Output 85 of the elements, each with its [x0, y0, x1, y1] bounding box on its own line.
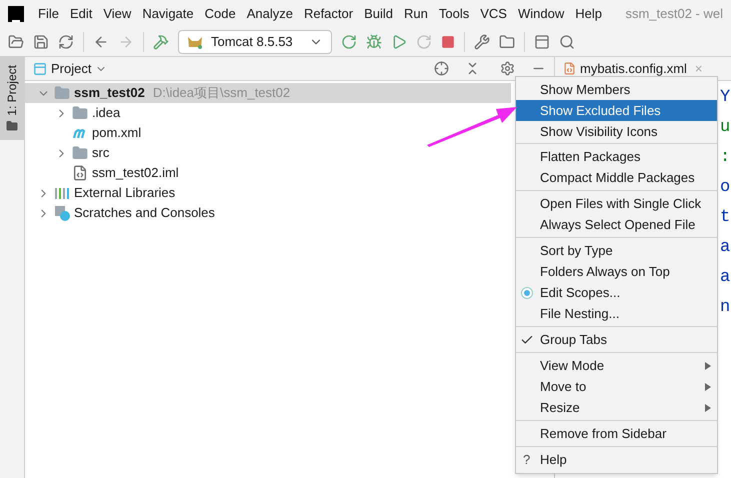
menu-item[interactable]: Run	[399, 4, 433, 24]
open-folder-icon[interactable]	[8, 34, 24, 50]
code-fragment: n	[720, 297, 730, 320]
search-icon[interactable]	[558, 34, 575, 50]
tree-item-label: ssm_test02	[74, 84, 145, 102]
tree-row[interactable]: ssm_test02 D:\idea项目\ssm_test02	[25, 83, 511, 103]
code-fragment: o	[720, 177, 730, 200]
context-menu-item[interactable]: Show Members	[516, 79, 717, 100]
code-fragment: t	[720, 207, 730, 230]
context-menu-item[interactable]: Open Files with Single Click	[516, 193, 717, 214]
menu-item[interactable]: Tools	[434, 4, 474, 24]
help-icon-text: ?	[523, 450, 530, 469]
menu-item[interactable]: View	[98, 4, 136, 24]
context-menu-item[interactable]: View Mode	[516, 355, 717, 376]
xml-file-icon	[563, 62, 576, 75]
context-menu-item[interactable]: File Nesting...	[516, 303, 717, 324]
cat-icon	[187, 34, 203, 48]
libraries-icon	[54, 185, 70, 201]
tree-row[interactable]: External Libraries	[25, 183, 180, 203]
hammer-icon[interactable]	[153, 34, 169, 50]
context-menu-item[interactable]: Always Select Opened File	[516, 214, 717, 235]
menu-item[interactable]: Build	[359, 4, 398, 24]
window-icon[interactable]	[534, 34, 550, 50]
tree-item-label: src	[92, 144, 110, 162]
context-menu-item[interactable]: Compact Middle Packages	[516, 167, 717, 188]
context-menu-item[interactable]: Edit Scopes...	[516, 282, 717, 303]
tree-item-label: ssm_test02.iml	[92, 164, 179, 182]
menu-item[interactable]: File	[33, 4, 64, 24]
folder-icon	[72, 105, 88, 121]
menu-item[interactable]: VCS	[475, 4, 512, 24]
panel-title[interactable]: Project	[51, 58, 92, 78]
debug-icon[interactable]	[366, 34, 382, 50]
context-menu-item[interactable]: ? Help	[516, 449, 717, 470]
menu-item[interactable]: Navigate	[137, 4, 199, 24]
menu-item[interactable]: Help	[570, 4, 607, 24]
tree-row[interactable]: .idea	[25, 103, 124, 123]
stop-icon[interactable]	[440, 34, 455, 48]
menu-item[interactable]: Analyze	[242, 4, 298, 24]
project-structure-icon[interactable]	[498, 34, 515, 50]
save-icon[interactable]	[33, 34, 49, 50]
code-fragment: u	[720, 117, 730, 140]
menu-item[interactable]: Window	[512, 4, 570, 24]
tree-row[interactable]: Scratches and Consoles	[25, 203, 219, 223]
code-fragment: :	[720, 147, 730, 170]
context-menu-item[interactable]: Group Tabs	[516, 329, 717, 350]
run-config-dropdown[interactable]: Tomcat 8.5.53	[178, 30, 332, 54]
folder-icon	[6, 120, 18, 132]
tree-item-path: D:\idea项目\ssm_test02	[152, 84, 290, 102]
wrench-icon[interactable]	[474, 34, 490, 50]
folder-icon	[72, 145, 88, 161]
tree-item-label: pom.xml	[92, 124, 142, 142]
menu-item[interactable]: Code	[200, 4, 241, 24]
context-menu-item[interactable]: Sort by Type	[516, 240, 717, 261]
menu-item[interactable]: Refactor	[298, 4, 358, 24]
panel-icon	[33, 62, 47, 76]
window-title: ssm_test02 - wel	[625, 4, 723, 23]
context-menu-item[interactable]: Resize	[516, 397, 717, 418]
tree-item-label: External Libraries	[74, 184, 176, 202]
radio-dot-icon	[521, 286, 533, 298]
context-menu-item[interactable]: Move to	[516, 376, 717, 397]
tree-row[interactable]: ssm_test02.iml	[25, 163, 183, 183]
code-fragment: Y	[720, 87, 730, 110]
context-menu-item[interactable]: Flatten Packages	[516, 146, 717, 167]
tree-item-label: Scratches and Consoles	[74, 204, 215, 222]
locate-icon[interactable]	[434, 61, 449, 76]
back-icon[interactable]	[93, 34, 109, 50]
context-menu-item[interactable]: Show Visibility Icons	[516, 121, 717, 142]
tree-row[interactable]: pom.xml	[25, 123, 146, 143]
context-menu-item[interactable]: Show Excluded Files	[516, 100, 717, 121]
context-menu-item[interactable]: Folders Always on Top	[516, 261, 717, 282]
scratches-icon	[54, 205, 70, 221]
refresh-icon[interactable]	[58, 34, 74, 50]
context-menu-item[interactable]: Remove from Sidebar	[516, 423, 717, 444]
tree-row[interactable]: src	[25, 143, 114, 163]
settings-icon[interactable]	[500, 61, 515, 76]
tree-item-label: .idea	[92, 104, 120, 122]
code-fragment: a	[720, 267, 730, 290]
file-icon	[72, 165, 88, 181]
side-tab-label: 1: Project	[4, 65, 20, 116]
code-fragment: a	[720, 237, 730, 260]
rerun-icon[interactable]	[340, 34, 357, 50]
module-folder-icon	[54, 85, 70, 101]
menu-item[interactable]: Edit	[64, 4, 98, 24]
project-side-tab[interactable]: 1: Project	[0, 57, 24, 140]
app-logo-icon	[8, 6, 24, 22]
